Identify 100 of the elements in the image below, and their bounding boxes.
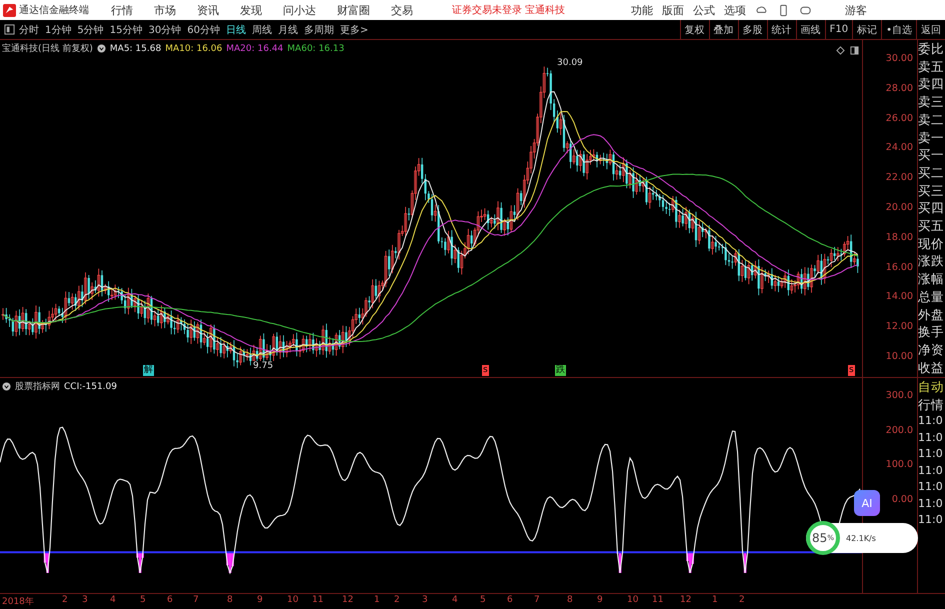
- toolbar-button[interactable]: F10: [824, 20, 852, 39]
- quote-label: 买一: [918, 146, 945, 164]
- period-tab[interactable]: 周线: [252, 22, 272, 36]
- menu-item[interactable]: 市场: [154, 2, 176, 18]
- period-tab[interactable]: 60分钟: [187, 22, 220, 36]
- period-tab[interactable]: 更多>: [340, 22, 368, 36]
- date-tick: 8: [567, 595, 573, 605]
- app-name: 通达信金融终端: [19, 4, 89, 17]
- speed-reading: 42.1K/s: [846, 534, 876, 542]
- date-tick: 7: [193, 595, 199, 605]
- window-icon[interactable]: [850, 46, 859, 55]
- toolbar-button[interactable]: •自选: [881, 20, 916, 39]
- date-tick: 12: [680, 595, 692, 605]
- quote-label: 买五: [918, 217, 945, 235]
- event-marker[interactable]: s: [848, 365, 855, 376]
- toolbar-button[interactable]: 多股: [738, 20, 767, 39]
- period-tab[interactable]: 多周期: [304, 22, 334, 36]
- trade-time: 11:0: [918, 496, 944, 512]
- date-tick: 10: [287, 595, 298, 605]
- date-tick: 11: [312, 595, 324, 605]
- menu-item[interactable]: 财富圈: [337, 2, 370, 18]
- date-tick: 12: [342, 595, 354, 605]
- period-tab[interactable]: 5分钟: [77, 22, 104, 36]
- date-tick: 2018年: [2, 596, 34, 608]
- date-tick: 11: [652, 595, 664, 605]
- settings-icon[interactable]: [96, 44, 106, 53]
- menu-item[interactable]: 行情: [111, 2, 133, 18]
- cci-tick: 100.0: [886, 459, 913, 470]
- toolbar-button[interactable]: 画线: [796, 20, 825, 39]
- date-tick: 2: [739, 595, 745, 605]
- panel-label: 行情: [918, 396, 945, 414]
- indicator-title: 股票指标网: [15, 380, 60, 393]
- toolbar-button[interactable]: 标记: [852, 20, 882, 39]
- date-tick: 1: [374, 595, 380, 605]
- quote-label: 卖三: [918, 93, 945, 111]
- price-tick: 18.00: [886, 232, 913, 243]
- settings-icon[interactable]: [2, 382, 11, 391]
- period-tab[interactable]: 日线: [226, 22, 246, 36]
- period-tab[interactable]: 30分钟: [148, 22, 182, 36]
- quote-label: 卖一: [918, 128, 945, 146]
- toolbar-button[interactable]: 统计: [766, 20, 796, 39]
- quote-label: 现价: [918, 234, 945, 252]
- quote-label: 卖二: [918, 110, 945, 129]
- period-tab[interactable]: 1分钟: [45, 22, 72, 36]
- quote-label: 卖五: [918, 58, 945, 76]
- date-tick: 4: [110, 595, 116, 605]
- quote-label: 买二: [918, 164, 945, 182]
- toolbar-button[interactable]: 复权: [680, 20, 709, 39]
- date-tick: 9: [257, 595, 263, 605]
- date-tick: 2: [62, 595, 68, 605]
- date-tick: 2: [394, 595, 400, 605]
- panel-label: 自动: [918, 378, 945, 396]
- ma-reading: MA60: 16.13: [287, 44, 344, 54]
- quote-label: 收益: [918, 358, 945, 376]
- toolbar-button[interactable]: 返回: [916, 20, 945, 39]
- date-tick: 7: [534, 595, 540, 605]
- menu-item[interactable]: 问小达: [283, 2, 316, 18]
- user-button[interactable]: 游客: [845, 2, 868, 18]
- period-tab[interactable]: 月线: [278, 22, 298, 36]
- quote-label: 换手: [918, 323, 945, 341]
- cci-tick: 200.0: [886, 424, 913, 436]
- trade-time: 11:0: [918, 462, 944, 479]
- app-logo-icon: [3, 4, 16, 16]
- event-marker[interactable]: 跌: [555, 365, 566, 376]
- cci-tick: 300.0: [886, 390, 913, 401]
- price-tick: 20.00: [886, 202, 913, 213]
- price-tick: 26.00: [886, 112, 913, 124]
- menu-item[interactable]: 资讯: [197, 2, 219, 18]
- menu-item[interactable]: 版面: [662, 2, 684, 18]
- period-tab[interactable]: 15分钟: [110, 22, 142, 36]
- event-marker[interactable]: 解: [143, 365, 154, 376]
- toolbar-button[interactable]: 叠加: [708, 20, 738, 39]
- price-tick: 10.00: [886, 351, 913, 362]
- price-tick: 16.00: [886, 262, 913, 273]
- price-tick: 12.00: [886, 321, 913, 332]
- ma-reading: MA5: 15.68: [110, 44, 162, 54]
- quote-label: 总量: [918, 288, 945, 306]
- menu-item[interactable]: 交易: [391, 2, 413, 18]
- quote-label: 卖四: [918, 75, 945, 94]
- date-tick: 1: [712, 595, 718, 605]
- event-marker[interactable]: s: [482, 365, 489, 376]
- quote-label: 委比: [918, 40, 945, 58]
- cci-reading: CCI:-151.09: [64, 382, 117, 392]
- price-tick: 24.00: [886, 142, 913, 154]
- menu-item[interactable]: 发现: [240, 2, 262, 18]
- trade-time: 11:0: [918, 479, 944, 496]
- panel-toggle-icon[interactable]: [4, 24, 15, 35]
- price-tick: 30.00: [886, 53, 913, 64]
- date-tick: 3: [422, 595, 428, 605]
- period-tab[interactable]: 分时: [19, 22, 39, 36]
- diamond-icon[interactable]: [836, 46, 845, 55]
- ai-badge[interactable]: AI: [854, 490, 880, 516]
- menu-item[interactable]: 公式: [693, 2, 716, 18]
- trade-time: 11:0: [918, 512, 944, 528]
- menu-item[interactable]: 功能: [631, 2, 654, 18]
- trade-time: 11:0: [918, 430, 944, 446]
- quote-label: 买三: [918, 182, 945, 200]
- menu-item[interactable]: 选项: [724, 2, 746, 18]
- date-tick: 5: [140, 595, 146, 605]
- trade-time: 11:0: [918, 446, 944, 462]
